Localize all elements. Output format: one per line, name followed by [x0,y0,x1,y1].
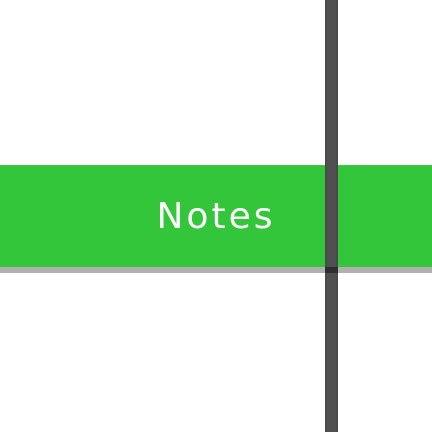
notes-title: Notes [156,195,276,237]
notes-screen: Notes [0,0,432,432]
header-shadow [0,267,432,273]
divider-shadow-junction [325,267,338,273]
vertical-divider [325,0,338,432]
notes-header-bar: Notes [0,165,432,267]
